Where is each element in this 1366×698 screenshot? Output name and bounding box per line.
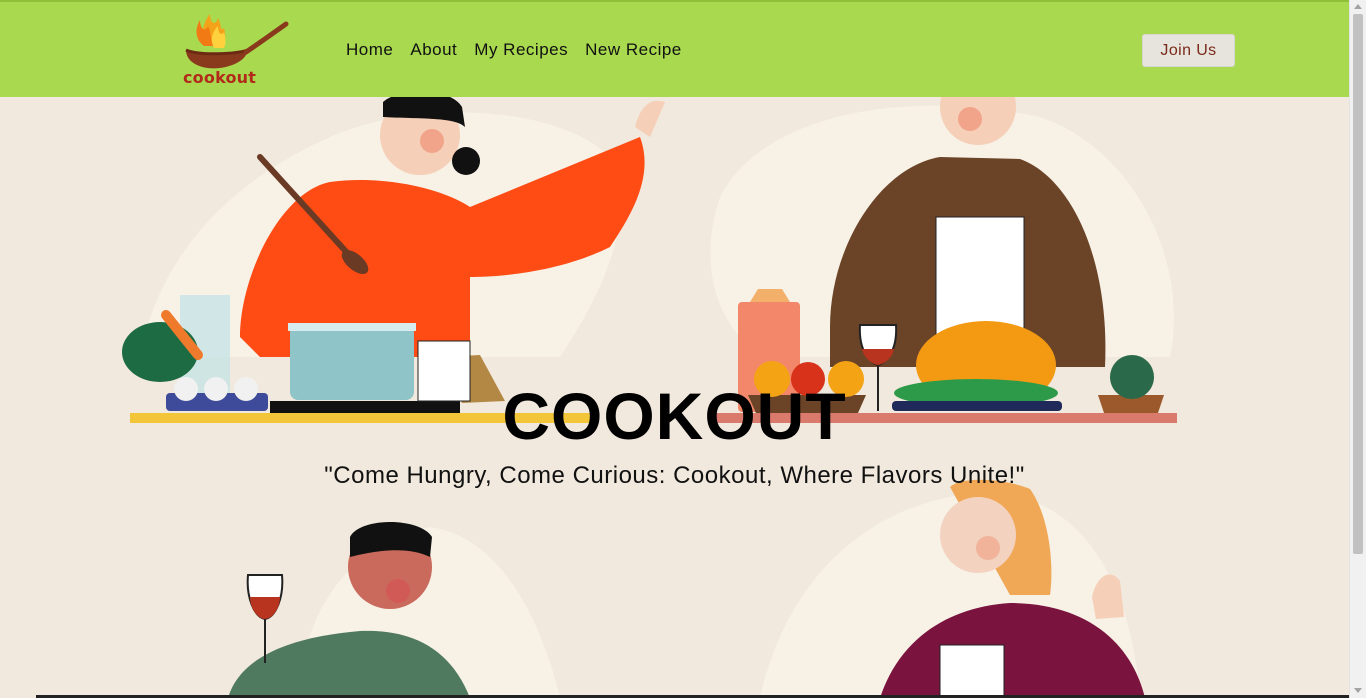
scroll-up-arrow-icon[interactable] (1354, 4, 1362, 9)
logo-text: cookout (183, 68, 257, 87)
nav-my-recipes[interactable]: My Recipes (474, 40, 568, 60)
nav-new-recipe[interactable]: New Recipe (585, 40, 682, 60)
nav-about[interactable]: About (410, 40, 457, 60)
vertical-scrollbar[interactable] (1349, 0, 1366, 698)
scroll-thumb[interactable] (1353, 14, 1363, 554)
scroll-down-arrow-icon[interactable] (1354, 688, 1362, 693)
hero-title: COOKOUT (502, 379, 847, 453)
nav-home[interactable]: Home (346, 40, 393, 60)
join-us-button[interactable]: Join Us (1142, 34, 1235, 67)
main-nav: Home About My Recipes New Recipe (346, 40, 699, 60)
hero-tagline: "Come Hungry, Come Curious: Cookout, Whe… (324, 462, 1025, 489)
top-navbar: cookout Home About My Recipes New Recipe… (0, 0, 1349, 97)
